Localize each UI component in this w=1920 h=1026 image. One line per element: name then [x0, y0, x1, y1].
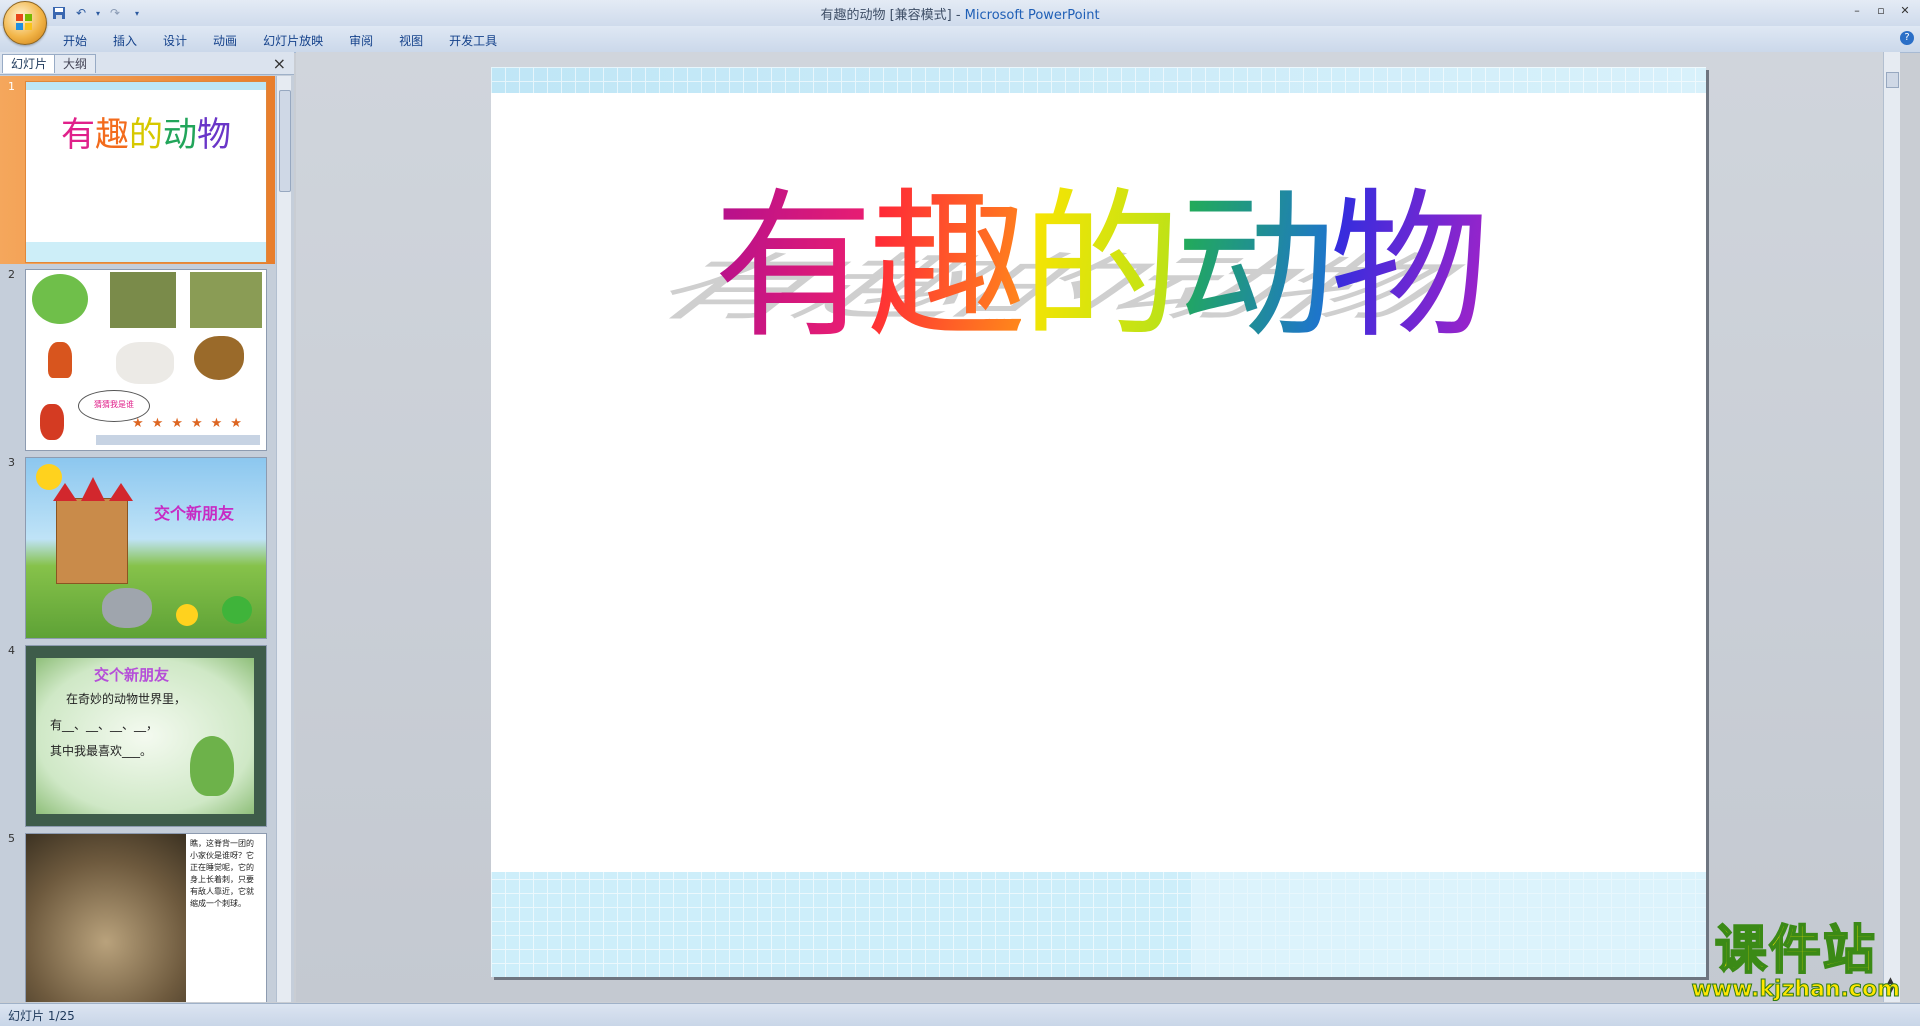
goat-image — [116, 342, 174, 384]
tab-design[interactable]: 设计 — [150, 30, 200, 51]
scrollbar-thumb[interactable] — [279, 90, 291, 192]
boy-image — [40, 404, 64, 440]
slide-thumbnail-4[interactable]: 4 交个新朋友 在奇妙的动物世界里， 有__、__、__、__， 其中我最喜欢_… — [0, 640, 275, 828]
slide-header-band — [26, 82, 266, 90]
slide-number: 5 — [8, 832, 15, 845]
tab-developer[interactable]: 开发工具 — [436, 30, 510, 51]
thumbnail-preview: 猜猜我是谁 ★★★★★★ — [25, 269, 267, 451]
thumbnail-scrollbar[interactable] — [276, 76, 291, 1002]
thumbnail-preview: 交个新朋友 — [25, 457, 267, 639]
frog-image — [222, 596, 252, 624]
rooster-image — [48, 342, 72, 378]
deer-photo — [190, 272, 262, 328]
slide-number: 3 — [8, 456, 15, 469]
thumbnail-preview: 有趣的动物 — [25, 81, 267, 263]
title-bar: ↶ ▾ ↷ ▾ 有趣的动物 [兼容模式] - Microsoft PowerPo… — [0, 0, 1920, 45]
window-controls: – ▫ ✕ — [1846, 2, 1916, 18]
slide-editor: 有趣的动物 有趣的动物 ▲▼ — [296, 52, 1900, 1002]
slide-thumbnail-2[interactable]: 2 猜猜我是谁 ★★★★★★ — [0, 264, 275, 452]
title-char: 物 — [1329, 173, 1490, 360]
slide-canvas[interactable]: 有趣的动物 有趣的动物 — [491, 67, 1706, 977]
tab-insert[interactable]: 插入 — [100, 30, 150, 51]
window-title: 有趣的动物 [兼容模式] - Microsoft PowerPoint — [0, 4, 1920, 23]
tab-slides[interactable]: 幻灯片 — [2, 54, 57, 73]
star-row: ★★★★★★ — [132, 416, 250, 431]
watermark-text: 课件站 — [1714, 921, 1877, 981]
slide-indicator: 幻灯片 1/25 — [8, 1009, 75, 1023]
panel-tabs: 幻灯片 大纲 × — [0, 52, 294, 75]
status-bar: 幻灯片 1/25 — [0, 1003, 1920, 1026]
thumbnail-line: 其中我最喜欢___。 — [50, 744, 153, 758]
hedgehog-photo — [26, 834, 186, 1002]
app-name: Microsoft PowerPoint — [964, 8, 1100, 23]
chick-image — [176, 604, 198, 626]
thumbnail-text: 瞧，这脊背一团的小家伙是谁呀？它正在睡觉呢，它的身上长着刺，只要有敌人靠近，它就… — [190, 839, 254, 908]
help-icon[interactable]: ? — [1900, 31, 1914, 45]
raccoon-image — [32, 274, 88, 324]
watermark-url: www.kjzhan.com — [1691, 977, 1901, 1003]
minimize-icon[interactable]: – — [1846, 2, 1868, 18]
editor-scrollbar[interactable]: ▲ ▼ — [1883, 52, 1900, 1002]
title-char: 有 — [713, 173, 873, 360]
thumbnail-title: 有趣的动物 — [61, 115, 231, 155]
castle-image — [53, 477, 133, 584]
close-icon[interactable]: × — [273, 54, 286, 73]
nav-bar — [96, 435, 260, 445]
thumbnail-preview: 交个新朋友 在奇妙的动物世界里， 有__、__、__、__， 其中我最喜欢___… — [25, 645, 267, 827]
close-icon[interactable]: ✕ — [1894, 2, 1916, 18]
thumbnail-title: 交个新朋友 — [154, 504, 235, 523]
slide-footer-band — [26, 242, 266, 262]
tab-animations[interactable]: 动画 — [200, 30, 250, 51]
slide-thumbnail-1[interactable]: 1 有趣的动物 — [0, 76, 275, 264]
thumbnail-line: 在奇妙的动物世界里， — [66, 692, 187, 706]
thumbnail-preview: 瞧，这脊背一团的小家伙是谁呀？它正在睡觉呢，它的身上长着刺，只要有敌人靠近，它就… — [25, 833, 267, 1002]
ribbon: 开始 插入 设计 动画 幻灯片放映 审阅 视图 开发工具 — [0, 26, 1920, 53]
restore-icon[interactable]: ▫ — [1870, 2, 1892, 18]
slide-title[interactable]: 有趣的动物 — [491, 187, 1706, 347]
slide-number: 4 — [8, 644, 15, 657]
slide-number: 1 — [8, 80, 15, 93]
ribbon-tabs: 开始 插入 设计 动画 幻灯片放映 审阅 视图 开发工具 — [50, 30, 510, 51]
thumbnail-list: 1 有趣的动物 2 猜猜我是谁 ★★★★★★ 3 交个新朋友 4 交个新朋友 在… — [0, 76, 275, 1002]
title-char: 动 — [1175, 173, 1336, 360]
thumbnail-line: 有__、__、__、__， — [50, 718, 159, 732]
watermark-logo: 课件站 www.kjzhan.com — [1691, 921, 1901, 1003]
slides-panel: 幻灯片 大纲 × 1 有趣的动物 2 猜猜我是谁 ★★★★★★ 3 交个新朋友 … — [0, 52, 294, 1002]
boy-with-leaf-image — [190, 736, 234, 796]
document-title: 有趣的动物 [兼容模式] - — [820, 8, 965, 23]
thumbnail-title: 交个新朋友 — [94, 666, 170, 684]
slide-thumbnail-3[interactable]: 3 交个新朋友 — [0, 452, 275, 640]
office-logo-icon — [16, 14, 32, 30]
slide-thumbnail-5[interactable]: 5 瞧，这脊背一团的小家伙是谁呀？它正在睡觉呢，它的身上长着刺，只要有敌人靠近，… — [0, 828, 275, 1002]
tab-slide-show[interactable]: 幻灯片放映 — [250, 30, 336, 51]
duck-image — [194, 336, 244, 380]
leaf-frame: 交个新朋友 在奇妙的动物世界里， 有__、__、__、__， 其中我最喜欢___… — [36, 658, 254, 814]
tab-home[interactable]: 开始 — [50, 30, 100, 51]
dog-photo — [110, 272, 176, 328]
slide-number: 2 — [8, 268, 15, 281]
tab-review[interactable]: 审阅 — [336, 30, 386, 51]
elephant-image — [102, 588, 152, 628]
tab-view[interactable]: 视图 — [386, 30, 436, 51]
office-button[interactable] — [3, 1, 47, 45]
scrollbar-thumb[interactable] — [1886, 72, 1899, 88]
title-char: 的 — [1021, 173, 1181, 360]
tab-outline[interactable]: 大纲 — [54, 54, 97, 73]
title-char: 趣 — [867, 173, 1027, 360]
